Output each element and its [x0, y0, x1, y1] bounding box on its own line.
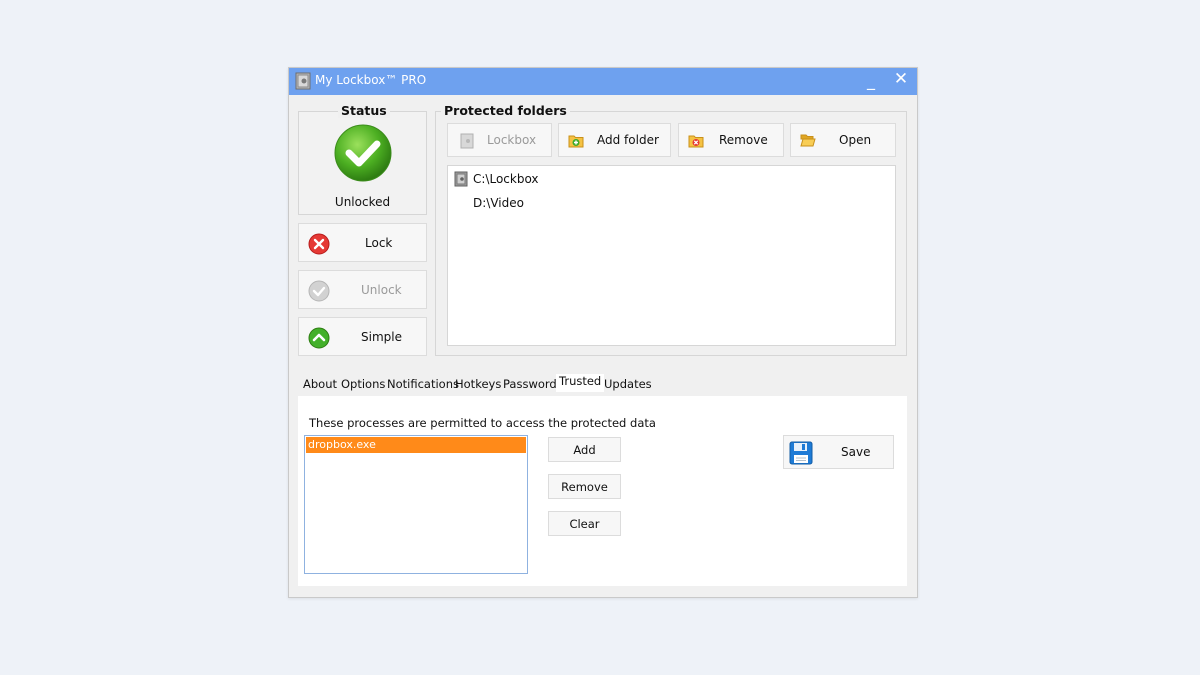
open-folder-icon — [800, 134, 816, 147]
save-button[interactable]: Save — [783, 435, 894, 469]
folder-path: D:\Video — [473, 196, 524, 210]
trusted-description: These processes are permitted to access … — [309, 416, 656, 430]
floppy-disk-icon — [789, 441, 813, 465]
lockbox-label: Lockbox — [487, 133, 537, 147]
app-window: My Lockbox™ PRO _ ✕ Unlocked Status Lock — [288, 67, 918, 598]
close-circle-icon — [308, 233, 330, 255]
tab-about[interactable]: About — [303, 377, 337, 391]
add-process-button[interactable]: Add — [548, 437, 621, 462]
status-state-label: Unlocked — [334, 195, 391, 209]
process-name: dropbox.exe — [308, 438, 376, 451]
window-title: My Lockbox™ PRO — [315, 73, 427, 87]
lock-button[interactable]: Lock — [298, 223, 427, 262]
tab-updates[interactable]: Updates — [604, 377, 652, 391]
lock-label: Lock — [365, 235, 393, 250]
clear-processes-button[interactable]: Clear — [548, 511, 621, 536]
add-folder-button[interactable]: Add folder — [558, 123, 671, 157]
trusted-process-list[interactable]: dropbox.exe — [304, 435, 528, 574]
protected-folders-heading: Protected folders — [441, 103, 570, 118]
status-panel: Unlocked — [298, 111, 427, 215]
unlock-label: Unlock — [361, 282, 402, 297]
list-item[interactable]: dropbox.exe — [306, 437, 526, 453]
tab-notifications[interactable]: Notifications — [387, 377, 459, 391]
safe-icon — [460, 133, 474, 149]
title-bar[interactable]: My Lockbox™ PRO _ ✕ — [289, 68, 917, 95]
chevron-up-circle-icon — [308, 327, 330, 349]
save-label: Save — [841, 445, 871, 459]
folder-path: C:\Lockbox — [473, 172, 539, 186]
safe-icon — [295, 72, 311, 90]
tab-options[interactable]: Options — [341, 377, 385, 391]
safe-icon — [454, 171, 468, 187]
add-process-label: Add — [573, 442, 596, 457]
status-heading: Status — [338, 103, 390, 118]
remove-folder-label: Remove — [719, 133, 768, 147]
remove-process-button[interactable]: Remove — [548, 474, 621, 499]
unlock-button[interactable]: Unlock — [298, 270, 427, 309]
check-circle-icon — [334, 124, 392, 182]
close-button[interactable]: ✕ — [889, 69, 913, 91]
add-folder-icon — [568, 135, 584, 148]
protected-folders-list[interactable]: C:\Lockbox D:\Video — [447, 165, 896, 346]
open-folder-button[interactable]: Open — [790, 123, 896, 157]
check-circle-icon — [308, 280, 330, 302]
remove-process-label: Remove — [561, 479, 608, 494]
simple-button[interactable]: Simple — [298, 317, 427, 356]
minimize-button[interactable]: _ — [859, 71, 883, 91]
simple-label: Simple — [361, 329, 402, 344]
add-folder-label: Add folder — [597, 133, 659, 147]
trusted-tab-panel: These processes are permitted to access … — [298, 396, 907, 586]
tab-hotkeys[interactable]: Hotkeys — [455, 377, 501, 391]
tab-trusted[interactable]: Trusted — [556, 374, 605, 392]
remove-folder-icon — [688, 135, 704, 148]
remove-folder-button[interactable]: Remove — [678, 123, 784, 157]
clear-processes-label: Clear — [569, 516, 600, 531]
lockbox-button[interactable]: Lockbox — [447, 123, 552, 157]
open-folder-label: Open — [839, 133, 872, 147]
tab-password[interactable]: Password — [503, 377, 557, 391]
